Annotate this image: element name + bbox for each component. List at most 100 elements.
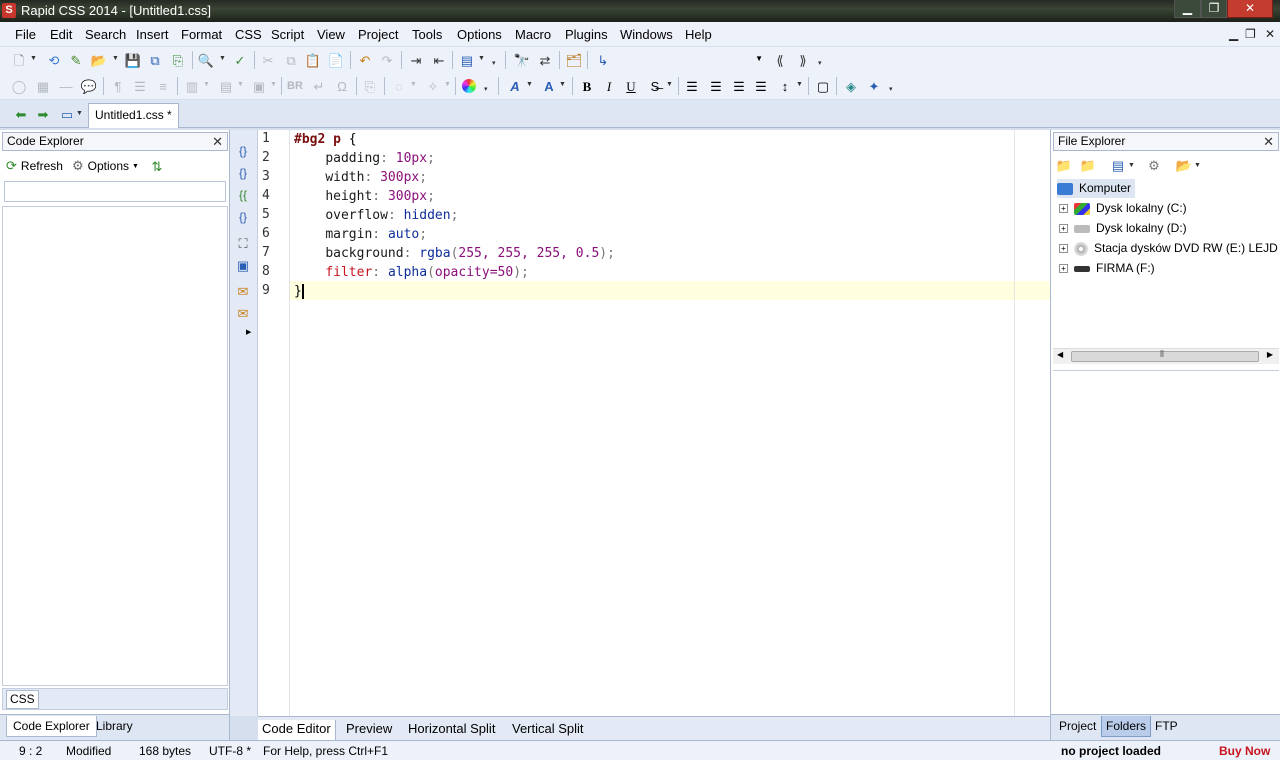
outdent-icon[interactable]: ⇤ bbox=[430, 51, 448, 69]
toolbar-overflow-icon[interactable]: ▾ bbox=[818, 59, 822, 67]
folder-tree[interactable]: Komputer + Dysk lokalny (C:) + Dysk loka… bbox=[1053, 178, 1279, 366]
underline-icon[interactable]: U bbox=[622, 77, 640, 95]
dropdown-arrow-icon[interactable]: ▼ bbox=[559, 81, 566, 88]
dropdown-arrow-icon[interactable]: ▼ bbox=[1128, 162, 1135, 169]
scroll-right-icon[interactable]: ▶ bbox=[1267, 350, 1273, 359]
bold-icon[interactable]: B bbox=[578, 77, 596, 95]
dropdown-arrow-icon[interactable]: ▼ bbox=[219, 55, 226, 62]
refresh-button[interactable]: ⟳ Refresh bbox=[6, 157, 63, 175]
document-list-icon[interactable]: ▭ bbox=[58, 105, 76, 123]
menu-format[interactable]: Format bbox=[181, 27, 222, 42]
dropdown-arrow-icon[interactable]: ▼ bbox=[666, 81, 673, 88]
menu-options[interactable]: Options bbox=[457, 27, 502, 42]
tree-node-drive-f[interactable]: + FIRMA (F:) bbox=[1059, 259, 1155, 278]
menu-help[interactable]: Help bbox=[685, 27, 712, 42]
save-all-icon[interactable]: ⧉ bbox=[146, 51, 164, 69]
dropdown-arrow-icon[interactable]: ▼ bbox=[526, 81, 533, 88]
back-icon[interactable]: ⬅ bbox=[12, 105, 30, 123]
copy-icon[interactable]: ⧉ bbox=[282, 51, 300, 69]
dropdown-arrow-icon[interactable]: ▼ bbox=[1194, 162, 1201, 169]
expand-toolbar-icon[interactable]: ▶ bbox=[246, 328, 251, 336]
tab-horizontal-split[interactable]: Horizontal Split bbox=[404, 720, 499, 740]
goto-icon[interactable]: ↳ bbox=[594, 51, 612, 69]
spellcheck-icon[interactable]: ✓ bbox=[231, 51, 249, 69]
menu-plugins[interactable]: Plugins bbox=[565, 27, 608, 42]
insert-property-icon[interactable]: {{ bbox=[234, 186, 252, 204]
line-break-icon[interactable]: BR bbox=[286, 77, 304, 95]
layout-icon[interactable]: ▤ bbox=[458, 51, 476, 69]
save-as-icon[interactable]: ⎘ bbox=[169, 51, 187, 69]
bullet-list-icon[interactable]: ☰ bbox=[131, 77, 149, 95]
close-icon[interactable]: ✕ bbox=[1263, 133, 1274, 150]
tab-vertical-split[interactable]: Vertical Split bbox=[508, 720, 588, 740]
dropdown-arrow-icon[interactable]: ▼ bbox=[270, 81, 277, 88]
redo-icon[interactable]: ↷ bbox=[378, 51, 396, 69]
scroll-left-icon[interactable]: ◀ bbox=[1057, 350, 1063, 359]
expand-icon[interactable]: + bbox=[1059, 204, 1068, 213]
find-icon[interactable]: 🔭 bbox=[513, 51, 531, 69]
dropdown-arrow-icon[interactable]: ▼ bbox=[112, 55, 119, 62]
favorites-folder-icon[interactable]: 📂 bbox=[1175, 156, 1193, 174]
italic-icon[interactable]: I bbox=[600, 77, 618, 95]
frame-icon[interactable]: ▣ bbox=[250, 77, 268, 95]
new-file-icon[interactable]: 🗋 bbox=[10, 51, 28, 69]
minimize-button[interactable]: ▁ bbox=[1174, 0, 1201, 18]
file-list[interactable] bbox=[1053, 370, 1279, 716]
tree-node-komputer[interactable]: Komputer bbox=[1057, 179, 1136, 198]
open-folder-icon[interactable]: 📂 bbox=[90, 51, 108, 69]
toolbar-overflow-icon[interactable]: ▾ bbox=[889, 85, 893, 93]
view-mode-icon[interactable]: ▤ bbox=[1109, 156, 1127, 174]
font-style-icon[interactable]: A bbox=[540, 77, 558, 95]
clean-icon[interactable]: ✦ bbox=[865, 77, 883, 95]
gear-icon[interactable]: ⚙ bbox=[1145, 156, 1163, 174]
non-break-icon[interactable]: ↵ bbox=[310, 77, 328, 95]
list-icon[interactable]: ▥ bbox=[183, 77, 201, 95]
open-icon[interactable]: ⟲ bbox=[45, 51, 63, 69]
strikethrough-icon[interactable]: S̶ bbox=[646, 77, 664, 95]
mdi-close-icon[interactable]: ✕ bbox=[1265, 27, 1275, 41]
menu-edit[interactable]: Edit bbox=[50, 27, 72, 42]
remove-rule-icon[interactable]: {} bbox=[234, 208, 252, 226]
tree-node-drive-c[interactable]: + Dysk lokalny (C:) bbox=[1059, 199, 1187, 218]
menu-file[interactable]: File bbox=[15, 27, 36, 42]
menu-search[interactable]: Search bbox=[85, 27, 126, 42]
css-check-icon[interactable]: ✉ bbox=[234, 282, 252, 300]
buy-now-link[interactable]: Buy Now bbox=[1219, 744, 1270, 758]
expand-icon[interactable]: + bbox=[1059, 264, 1068, 273]
sort-icon[interactable]: ⇅ bbox=[148, 157, 166, 175]
new-folder-icon[interactable]: 📁 bbox=[1079, 156, 1097, 174]
font-icon[interactable]: A bbox=[506, 77, 524, 95]
insert-selector-icon[interactable]: {} bbox=[234, 164, 252, 182]
horizontal-rule-icon[interactable]: ― bbox=[57, 77, 75, 95]
align-right-icon[interactable]: ☰ bbox=[730, 77, 748, 95]
cut-icon[interactable]: ✂ bbox=[259, 51, 277, 69]
special-char-icon[interactable]: Ω bbox=[333, 77, 351, 95]
code-editor[interactable]: 1 2 3 4 5 6 7 8 9 #bg2 p { padding: 10px… bbox=[258, 130, 1050, 716]
close-icon[interactable]: ✕ bbox=[212, 133, 223, 150]
mdi-minimize-icon[interactable]: ▁ bbox=[1229, 27, 1238, 41]
paragraph-icon[interactable]: ¶ bbox=[109, 77, 127, 95]
edit-icon[interactable]: ✎ bbox=[67, 51, 85, 69]
preview-icon[interactable]: 🔍 bbox=[197, 51, 215, 69]
save-icon[interactable]: 💾 bbox=[124, 51, 142, 69]
align-center-icon[interactable]: ☰ bbox=[707, 77, 725, 95]
find-in-files-icon[interactable]: 🗂 bbox=[565, 51, 583, 69]
undo-icon[interactable]: ↶ bbox=[356, 51, 374, 69]
close-button[interactable]: ✕ bbox=[1227, 0, 1273, 18]
replace-icon[interactable]: ⇄ bbox=[536, 51, 554, 69]
tab-ftp[interactable]: FTP bbox=[1155, 719, 1178, 733]
dropdown-arrow-icon[interactable]: ▼ bbox=[76, 110, 83, 117]
menu-windows[interactable]: Windows bbox=[620, 27, 673, 42]
image-icon[interactable]: ◯ bbox=[10, 77, 28, 95]
dropdown-arrow-icon[interactable]: ▼ bbox=[444, 81, 451, 88]
tab-project[interactable]: Project bbox=[1059, 719, 1096, 733]
box-model-icon[interactable]: ⛶ bbox=[234, 234, 252, 252]
indent-icon[interactable]: ⇥ bbox=[407, 51, 425, 69]
box-icon[interactable]: ▢ bbox=[814, 77, 832, 95]
color-block-icon[interactable]: ▣ bbox=[234, 256, 252, 274]
code-explorer-search-input[interactable] bbox=[4, 181, 226, 202]
tab-css[interactable]: CSS bbox=[6, 690, 39, 709]
options-button[interactable]: ⚙ Options ▼ bbox=[72, 157, 139, 175]
paste-icon[interactable]: 📋 bbox=[304, 51, 322, 69]
style-icon[interactable]: ◌ bbox=[390, 77, 408, 95]
